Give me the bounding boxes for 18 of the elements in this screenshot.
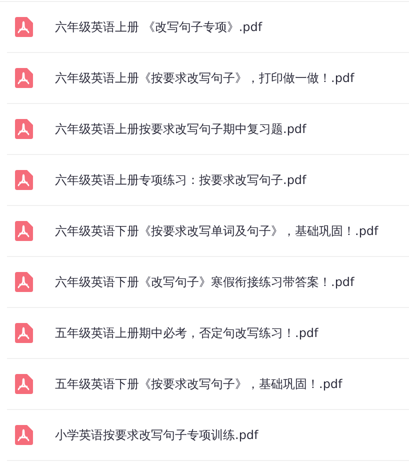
- file-name-link[interactable]: 六年级英语上册《按要求改写句子》，打印做一做！.pdf: [55, 70, 354, 86]
- file-name-link[interactable]: 六年级英语上册专项练习：按要求改写句子.pdf: [55, 172, 306, 188]
- pdf-file-icon: [14, 17, 33, 37]
- pdf-file-icon: [14, 374, 33, 394]
- file-name-link[interactable]: 六年级英语上册 《改写句子专项》.pdf: [55, 18, 262, 36]
- file-name-link[interactable]: 六年级英语下册《按要求改写单词及句子》，基础巩固！.pdf: [55, 222, 378, 240]
- file-name-link[interactable]: 五年级英语上册期中必考，否定句改写练习！.pdf: [55, 324, 318, 342]
- pdf-file-icon: [14, 68, 33, 88]
- pdf-file-icon: [14, 221, 33, 241]
- pdf-file-icon: [14, 425, 33, 445]
- file-name-link[interactable]: 六年级英语上册按要求改写句子期中复习题.pdf: [55, 120, 306, 138]
- file-name-link[interactable]: 小学英语按要求改写句子专项训练.pdf: [55, 426, 258, 444]
- file-name-link[interactable]: 五年级英语下册《按要求改写句子》，基础巩固！.pdf: [55, 376, 342, 392]
- pdf-file-icon: [14, 323, 33, 343]
- pdf-file-icon: [14, 119, 33, 139]
- file-name-link[interactable]: 六年级英语下册《改写句子》寒假衔接练习带答案！.pdf: [55, 274, 354, 290]
- pdf-file-icon: [14, 272, 33, 292]
- pdf-file-icon: [14, 170, 33, 190]
